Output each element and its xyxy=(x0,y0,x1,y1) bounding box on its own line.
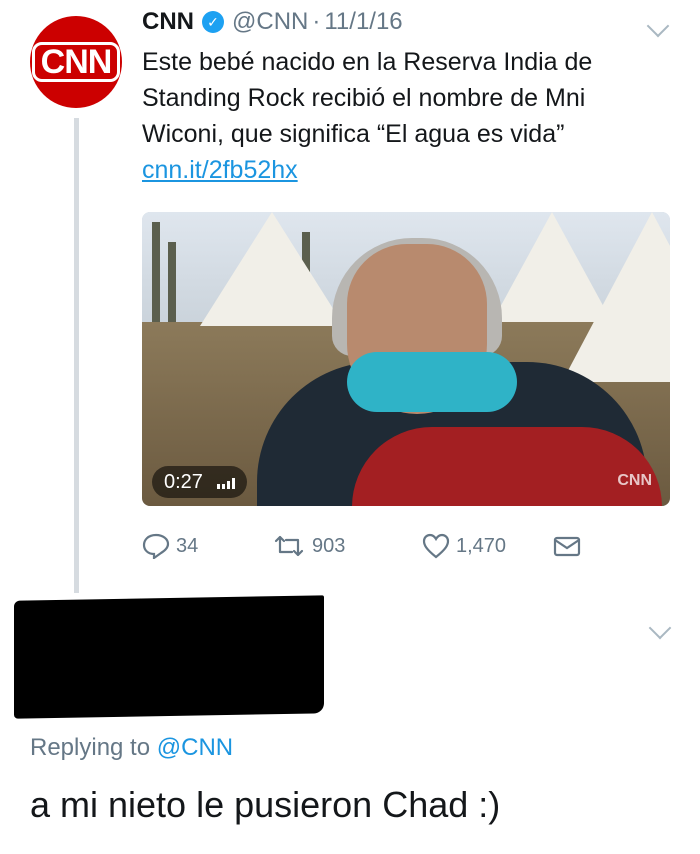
thread-line xyxy=(74,118,79,593)
like-button[interactable]: 1,470 xyxy=(422,533,506,559)
retweet-count: 903 xyxy=(312,534,346,557)
replying-to-label: Replying to xyxy=(30,734,151,761)
retweet-icon xyxy=(274,535,304,557)
video-thumbnail[interactable]: 0:27 CNN xyxy=(142,212,670,506)
retweet-button[interactable]: 903 xyxy=(272,534,345,558)
video-watermark: CNN xyxy=(617,472,652,489)
verified-badge-icon: ✓ xyxy=(202,11,224,33)
reply-icon xyxy=(142,533,170,559)
tweet-text: Este bebé nacido en la Reserva India de … xyxy=(142,48,593,148)
video-tepee xyxy=(200,212,344,326)
reply-button[interactable]: 34 xyxy=(142,533,198,559)
video-duration-badge: 0:27 xyxy=(152,466,247,498)
direct-message-button[interactable] xyxy=(552,534,588,558)
redacted-user-info xyxy=(14,595,324,719)
tweet-date[interactable]: 11/1/16 xyxy=(324,8,402,36)
reply-text: a mi nieto le pusieron Chad :) xyxy=(30,784,501,825)
author-handle[interactable]: @CNN xyxy=(232,8,308,36)
tweet-link[interactable]: cnn.it/2fb52hx xyxy=(142,152,662,188)
replying-to-line: Replying to @CNN xyxy=(30,734,233,762)
tweet-body: Este bebé nacido en la Reserva India de … xyxy=(142,44,662,188)
replying-to-mention[interactable]: @CNN xyxy=(157,734,233,761)
cnn-avatar[interactable]: CNN xyxy=(30,16,122,108)
video-tepee xyxy=(562,212,670,382)
like-count: 1,470 xyxy=(456,534,507,557)
chevron-down-icon[interactable] xyxy=(648,616,672,640)
video-duration: 0:27 xyxy=(164,471,203,493)
video-tree xyxy=(168,242,176,322)
tweet-header: CNN ✓ @CNN · 11/1/16 xyxy=(142,8,403,36)
audio-bars-icon xyxy=(216,475,235,489)
author-name[interactable]: CNN xyxy=(142,8,194,36)
video-person-scarf xyxy=(347,352,517,412)
tweet-actions: 34 903 1,470 xyxy=(142,530,602,562)
separator-dot: · xyxy=(312,8,321,35)
direct-message-icon xyxy=(553,536,581,557)
avatar-logo-text: CNN xyxy=(31,42,121,82)
reply-count: 34 xyxy=(176,534,199,557)
video-tree xyxy=(152,222,160,322)
video-blanket xyxy=(352,427,662,506)
chevron-down-icon[interactable] xyxy=(646,14,670,38)
heart-icon xyxy=(422,533,450,559)
